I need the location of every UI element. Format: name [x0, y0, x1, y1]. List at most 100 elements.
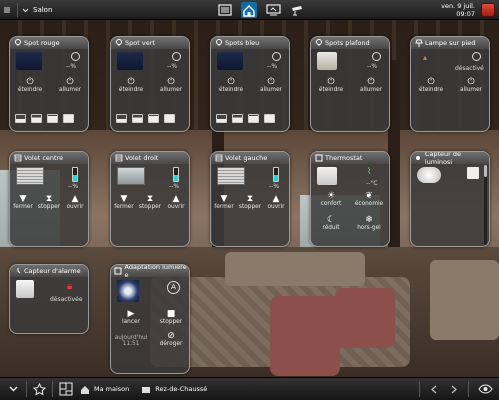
previous-page-icon[interactable]	[428, 381, 440, 397]
status-text: désactivée	[50, 296, 83, 303]
position-slider[interactable]	[273, 167, 279, 182]
next-page-icon[interactable]	[448, 381, 460, 397]
eco-mode-button[interactable]: ❦ économie	[351, 191, 387, 207]
spot-image	[16, 52, 42, 70]
power-off-icon: ⏻	[427, 77, 435, 87]
ceiling-spot-image	[317, 52, 337, 70]
dimmer-knob[interactable]	[372, 52, 381, 61]
power-off-icon: ⏻	[127, 77, 135, 87]
scrollbar-thumb[interactable]	[484, 165, 487, 177]
shutter-icon	[13, 154, 22, 162]
home-icon[interactable]	[241, 2, 257, 18]
leaf-icon: ❦	[365, 191, 373, 201]
turn-off-button[interactable]: ⏻ éteindre	[413, 77, 449, 93]
shutter-image	[217, 167, 245, 185]
power-on-icon: ⏻	[167, 77, 175, 87]
preset-levels[interactable]	[116, 114, 175, 123]
widget-spots-plafond: Spots plafond --% ⏻ éteindre ⏻ allumer	[310, 36, 390, 132]
dimmer-knob[interactable]	[172, 52, 181, 61]
date-time: ven. 9 juil. 09:07	[441, 2, 475, 18]
open-button[interactable]: ▲ ouvrir	[158, 194, 189, 210]
scrollbar[interactable]	[484, 165, 487, 245]
widget-title: Spots plafond	[325, 39, 370, 47]
sofa	[225, 252, 365, 286]
position-slider[interactable]	[72, 167, 78, 182]
position-slider[interactable]	[173, 167, 179, 182]
chevron-down-icon[interactable]	[21, 0, 29, 20]
armchair	[270, 296, 340, 376]
floor-breadcrumb[interactable]: Rez-de-Chaussé	[141, 384, 207, 394]
level-value: --%	[66, 63, 77, 70]
dimmer-knob[interactable]	[272, 52, 281, 61]
turn-on-button[interactable]: ⏻ allumer	[353, 77, 389, 93]
widget-title: Spot rouge	[24, 39, 60, 47]
alert-icon[interactable]	[481, 3, 495, 17]
stop-button[interactable]: ■ stopper	[153, 309, 189, 325]
arrow-up-icon: ▲	[71, 194, 79, 204]
date: ven. 9 juil.	[441, 2, 475, 10]
open-button[interactable]: ▲ ouvrir	[57, 194, 88, 210]
sofa-right	[430, 260, 499, 340]
level-value: --%	[167, 63, 178, 70]
comfort-mode-button[interactable]: ☀ confort	[313, 191, 349, 207]
turn-on-button[interactable]: ⏻ allumer	[153, 77, 189, 93]
widget-capteur-luminosite: Capteur de luminosi	[410, 151, 490, 247]
open-button[interactable]: ▲ ouvrir	[258, 194, 289, 210]
moon-icon: ☾	[326, 215, 336, 225]
chevron-down-icon[interactable]	[4, 380, 22, 398]
home-breadcrumb[interactable]: Ma maison	[80, 384, 129, 394]
power-on-icon: ⏻	[367, 77, 375, 87]
room-selector[interactable]: Salon	[33, 6, 52, 14]
scene-image	[117, 280, 139, 302]
floor-plan-icon[interactable]	[58, 381, 74, 397]
power-on-icon: ⏻	[467, 77, 475, 87]
turn-off-button[interactable]: ⏻ éteindre	[12, 77, 48, 93]
turn-off-button[interactable]: ⏻ éteindre	[113, 77, 149, 93]
reduced-mode-button[interactable]: ☾ réduit	[313, 215, 349, 231]
eye-icon[interactable]	[477, 381, 493, 397]
position-value: --%	[68, 183, 79, 190]
divider	[17, 3, 18, 17]
auto-mode-icon[interactable]: A	[167, 281, 180, 294]
turn-on-button[interactable]: ⏻ allumer	[52, 77, 88, 93]
arrow-up-icon: ▲	[272, 194, 280, 204]
turn-off-button[interactable]: ⏻ éteindre	[213, 77, 249, 93]
screen-icon[interactable]	[265, 2, 281, 18]
thermometer-icon: ⌇	[367, 167, 372, 177]
star-icon[interactable]	[31, 381, 47, 397]
top-bar: Salon ven. 9 juil. 09:07	[0, 0, 499, 20]
turn-on-button[interactable]: ⏻ allumer	[453, 77, 489, 93]
widget-title: Spot vert	[125, 39, 155, 47]
widget-title: Volet centre	[24, 154, 64, 162]
preset-levels[interactable]	[15, 114, 74, 123]
widget-thermostat: Thermostat ⌇ --°C ☀ confort ❦ économie ☾ ré…	[310, 151, 390, 247]
preset-levels[interactable]	[216, 114, 275, 123]
position-value: --%	[169, 183, 180, 190]
schedule-time: 11:51	[122, 341, 140, 347]
start-button[interactable]: ▶ lancer	[113, 309, 149, 325]
turn-on-button[interactable]: ⏻ allumer	[253, 77, 289, 93]
turn-off-button[interactable]: ⏻ éteindre	[313, 77, 349, 93]
divider	[419, 381, 420, 397]
lock-icon: 🔒︎	[67, 281, 73, 292]
alarm-sensor-image	[16, 280, 34, 298]
dimmer-knob[interactable]	[71, 52, 80, 61]
widget-spot-rouge: Spot rouge --% ⏻ éteindre ⏻ allumer	[9, 36, 89, 132]
divider	[26, 381, 27, 397]
arrow-up-icon: ▲	[172, 194, 180, 204]
list-view-icon[interactable]	[217, 2, 233, 18]
house-label: Ma maison	[94, 385, 130, 393]
level-value: --%	[267, 63, 278, 70]
state-indicator	[472, 52, 481, 61]
bottom-bar: Ma maison Rez-de-Chaussé	[0, 377, 499, 400]
floor-label: Rez-de-Chaussé	[155, 385, 208, 393]
level-value: --%	[367, 63, 378, 70]
widget-title: Volet droit	[125, 154, 159, 162]
sun-icon: ☀	[326, 191, 336, 201]
frost-mode-button[interactable]: ❄ hors-gel	[351, 215, 387, 231]
collapse-icon[interactable]	[0, 0, 14, 20]
override-button[interactable]: ⊘ déroger	[153, 331, 189, 347]
shutter-icon	[214, 154, 223, 162]
armchair	[335, 288, 395, 348]
camera-icon[interactable]	[289, 2, 305, 18]
